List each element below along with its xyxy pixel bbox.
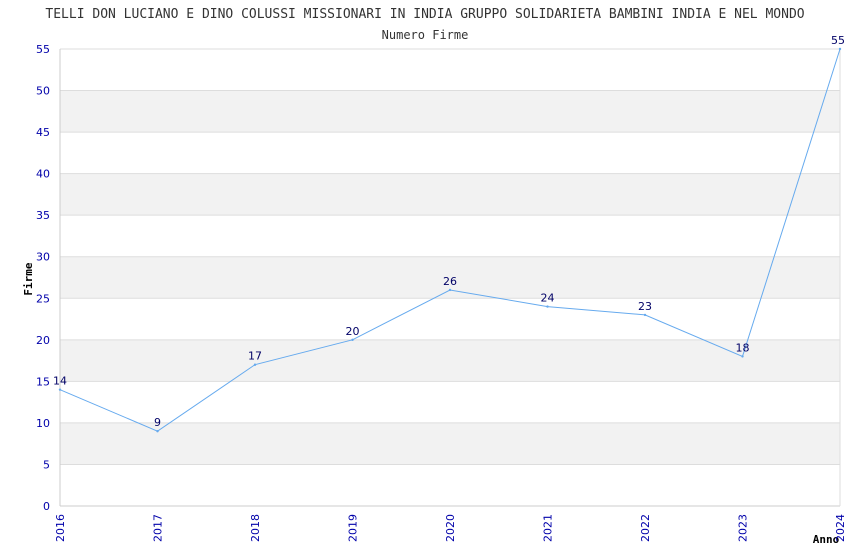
y-tick-label: 15	[36, 375, 50, 388]
line-chart: TELLI DON LUCIANO E DINO COLUSSI MISSION…	[22, 7, 847, 546]
grid-band	[60, 173, 840, 216]
chart-subtitle: Numero Firme	[382, 28, 469, 42]
data-point	[838, 47, 842, 51]
y-tick-label: 50	[36, 85, 50, 98]
chart-title: TELLI DON LUCIANO E DINO COLUSSI MISSION…	[45, 7, 804, 22]
y-tick-label: 10	[36, 417, 50, 430]
data-label: 17	[248, 350, 262, 363]
x-tick-labels: 2016 2017 2018 2019 2020 2021 2022 2023 2024	[54, 514, 847, 542]
x-tick-label: 2016	[54, 514, 67, 542]
x-tick-label: 2024	[834, 514, 847, 542]
data-point	[156, 430, 159, 433]
grid-band	[60, 90, 840, 133]
y-tick-label: 45	[36, 126, 50, 139]
data-label: 26	[443, 275, 457, 288]
data-label: 14	[53, 375, 67, 388]
grid-band	[60, 422, 840, 465]
data-point	[351, 338, 354, 342]
x-tick-label: 2022	[639, 514, 652, 542]
data-label: 24	[541, 292, 555, 305]
data-label: 18	[736, 341, 750, 354]
data-point	[546, 305, 549, 308]
y-tick-label: 5	[43, 458, 50, 471]
data-point	[58, 388, 62, 391]
data-label: 20	[346, 325, 360, 338]
y-tick-label: 30	[36, 251, 50, 264]
y-tick-label: 40	[36, 168, 50, 181]
data-point	[448, 288, 452, 292]
x-tick-label: 2020	[444, 514, 457, 542]
y-tick-label: 0	[43, 500, 50, 513]
y-tick-labels: 0 5 10 15 20 25 30 35 40 45 50 55	[36, 43, 50, 513]
data-label: 9	[154, 416, 161, 429]
data-point	[741, 355, 744, 358]
x-tick-label: 2018	[249, 514, 262, 542]
x-tick-label: 2019	[347, 514, 360, 542]
x-tick-label: 2021	[542, 514, 555, 542]
data-label: 55	[831, 34, 845, 47]
y-tick-label: 35	[36, 209, 50, 222]
y-tick-label: 20	[36, 334, 50, 347]
y-tick-label: 55	[36, 43, 50, 56]
y-tick-label: 25	[36, 292, 50, 305]
x-tick-label: 2023	[737, 514, 750, 542]
data-point	[253, 363, 257, 366]
data-label: 23	[638, 300, 652, 313]
data-point	[643, 313, 647, 317]
y-axis-title: Firme	[22, 262, 35, 295]
x-tick-label: 2017	[152, 514, 165, 542]
grid-band	[60, 339, 840, 382]
